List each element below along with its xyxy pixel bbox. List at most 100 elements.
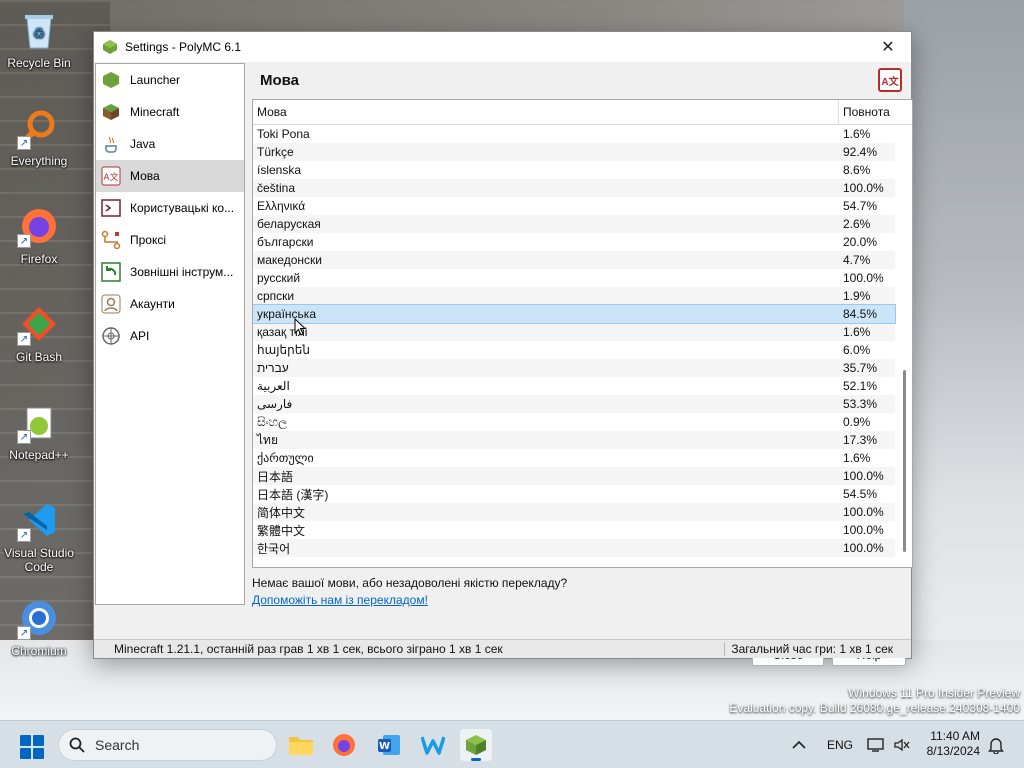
sidebar-item-proxy[interactable]: Проксі — [96, 224, 244, 256]
volume-status[interactable] — [893, 721, 911, 768]
completeness-cell: 52.1% — [843, 379, 878, 393]
table-row[interactable]: Ελληνικά 54.7% — [253, 197, 895, 215]
desktop-icon-everything[interactable]: ↗ Everything — [0, 106, 78, 168]
completeness-cell: 54.7% — [843, 199, 878, 213]
desktop-icon-recycle-bin[interactable]: ♻ Recycle Bin — [0, 8, 78, 70]
table-body: Toki Pona 1.6% Türkçe 92.4% íslenska 8.6% češt… — [253, 125, 896, 557]
table-row[interactable]: العربية 52.1% — [253, 377, 895, 395]
settings-content: Мова A文 Мова Повнота Toki Pona 1.6% Türkçe… — [252, 63, 913, 666]
completeness-cell: 100.0% — [843, 469, 884, 483]
svg-text:♻: ♻ — [33, 25, 46, 41]
sidebar-item-label: Акаунти — [130, 297, 175, 311]
taskbar-clock[interactable]: 11:40 AM 8/13/2024 — [927, 729, 980, 759]
table-row[interactable]: ქართული 1.6% — [253, 449, 895, 467]
sidebar-item-accounts[interactable]: Акаунти — [96, 288, 244, 320]
table-row[interactable]: հայերեն 6.0% — [253, 341, 895, 359]
table-row[interactable]: қазақ тілі 1.6% — [253, 323, 895, 341]
taskbar-search[interactable]: Search — [58, 729, 277, 761]
settings-window: Settings - PolyMC 6.1 ✕ Launcher Minecra… — [93, 31, 913, 666]
taskbar-file-explorer[interactable] — [285, 729, 317, 761]
table-row[interactable]: 日本語 100.0% — [253, 467, 895, 485]
desktop-icon-vscode[interactable]: ↗ Visual Studio Code — [0, 498, 78, 574]
completeness-cell: 6.0% — [843, 343, 871, 357]
table-row[interactable]: українська 84.5% — [253, 304, 896, 324]
completeness-cell: 53.3% — [843, 397, 878, 411]
language-table[interactable]: Мова Повнота Toki Pona 1.6% Türkçe 92.4% ísl… — [252, 99, 913, 568]
table-header: Мова Повнота — [253, 100, 912, 125]
windows-watermark: Windows 11 Pro Insider Preview Evaluatio… — [729, 686, 1020, 716]
table-row[interactable]: српски 1.9% — [253, 287, 895, 305]
scrollbar-thumb[interactable] — [903, 370, 906, 552]
search-icon — [69, 737, 85, 753]
desktop-icon-notepad-plus-plus[interactable]: ↗ Notepad++ — [0, 400, 78, 462]
sidebar-item-minecraft[interactable]: Minecraft — [96, 96, 244, 128]
language-name-cell: հայերեն — [257, 343, 310, 357]
translation-hint: Немає вашої мови, або незадоволені якіст… — [252, 576, 568, 590]
table-row[interactable]: български 20.0% — [253, 233, 895, 251]
table-row[interactable]: فارسی 53.3% — [253, 395, 895, 413]
column-header-completeness[interactable]: Повнота — [839, 100, 890, 124]
firefox-icon: ↗ — [17, 204, 61, 248]
table-row[interactable]: Toki Pona 1.6% — [253, 125, 895, 143]
language-icon: A文 — [878, 68, 902, 92]
desktop-icon-firefox[interactable]: ↗ Firefox — [0, 204, 78, 266]
sidebar-item-launcher[interactable]: Launcher — [96, 64, 244, 96]
table-row[interactable]: עברית 35.7% — [253, 359, 895, 377]
desktop-icon-chromium[interactable]: ↗ Chromium — [0, 596, 78, 658]
table-row[interactable]: русский 100.0% — [253, 269, 895, 287]
chromium-icon: ↗ — [17, 596, 61, 640]
table-row[interactable]: 日本語 (漢字) 54.5% — [253, 485, 895, 503]
desktop-icon-git-bash[interactable]: ↗ Git Bash — [0, 302, 78, 364]
language-name-cell: íslenska — [257, 163, 302, 177]
sidebar-item-java[interactable]: Java — [96, 128, 244, 160]
table-row[interactable]: íslenska 8.6% — [253, 161, 895, 179]
table-row[interactable]: 한국어 100.0% — [253, 539, 895, 557]
svg-text:W: W — [379, 741, 390, 752]
window-title: Settings - PolyMC 6.1 — [125, 40, 242, 54]
settings-sidebar: Launcher Minecraft Java A文 Мова Користув… — [95, 63, 245, 605]
language-name-cell: 한국어 — [257, 541, 291, 556]
column-header-language[interactable]: Мова — [253, 100, 839, 124]
git-bash-icon: ↗ — [17, 302, 61, 346]
completeness-cell: 84.5% — [843, 307, 878, 321]
sidebar-item-custom-commands[interactable]: Користувацькі ко... — [96, 192, 244, 224]
clock-time: 11:40 AM — [930, 729, 980, 743]
sidebar-item-external-tools[interactable]: Зовнішні інструм... — [96, 256, 244, 288]
taskbar-firefox[interactable] — [328, 729, 360, 761]
table-row[interactable]: 繁體中文 100.0% — [253, 521, 895, 539]
notepad-plus-plus-icon: ↗ — [17, 400, 61, 444]
completeness-cell: 0.9% — [843, 415, 871, 429]
sidebar-item-language[interactable]: A文 Мова — [96, 160, 244, 192]
window-titlebar[interactable]: Settings - PolyMC 6.1 ✕ — [94, 32, 911, 62]
desktop-icon-label: Firefox — [20, 252, 58, 266]
clock-date: 8/13/2024 — [926, 744, 980, 758]
language-name-cell: Toki Pona — [257, 127, 310, 141]
table-row[interactable]: беларуская 2.6% — [253, 215, 895, 233]
taskbar-polymc[interactable] — [460, 729, 492, 761]
table-row[interactable]: македонски 4.7% — [253, 251, 895, 269]
vscode-icon: ↗ — [17, 498, 61, 542]
completeness-cell: 1.6% — [843, 325, 871, 339]
taskbar-word[interactable]: W — [373, 729, 405, 761]
sidebar-item-api[interactable]: API — [96, 320, 244, 352]
language-name-cell: български — [257, 235, 314, 249]
java-icon — [100, 133, 122, 155]
desktop-icon-label: Git Bash — [15, 350, 63, 364]
network-icon — [867, 738, 884, 752]
language-name-cell: русский — [257, 271, 301, 285]
help-translate-link[interactable]: Допоможіть нам із перекладом! — [252, 593, 428, 607]
network-status[interactable] — [867, 721, 885, 768]
table-row[interactable]: සිංහල 0.9% — [253, 413, 895, 431]
input-language-indicator[interactable]: ENG — [827, 721, 853, 768]
sidebar-item-label: Користувацькі ко... — [130, 201, 235, 215]
window-close-button[interactable]: ✕ — [873, 33, 903, 61]
table-row[interactable]: čeština 100.0% — [253, 179, 895, 197]
bell-icon — [988, 738, 1004, 754]
table-row[interactable]: 简体中文 100.0% — [253, 503, 895, 521]
start-button[interactable] — [20, 735, 44, 759]
notifications-button[interactable] — [988, 721, 1004, 768]
table-row[interactable]: Türkçe 92.4% — [253, 143, 895, 161]
tray-overflow-button[interactable] — [792, 721, 806, 768]
taskbar-winget-app[interactable] — [417, 729, 449, 761]
table-row[interactable]: ไทย 17.3% — [253, 431, 895, 449]
